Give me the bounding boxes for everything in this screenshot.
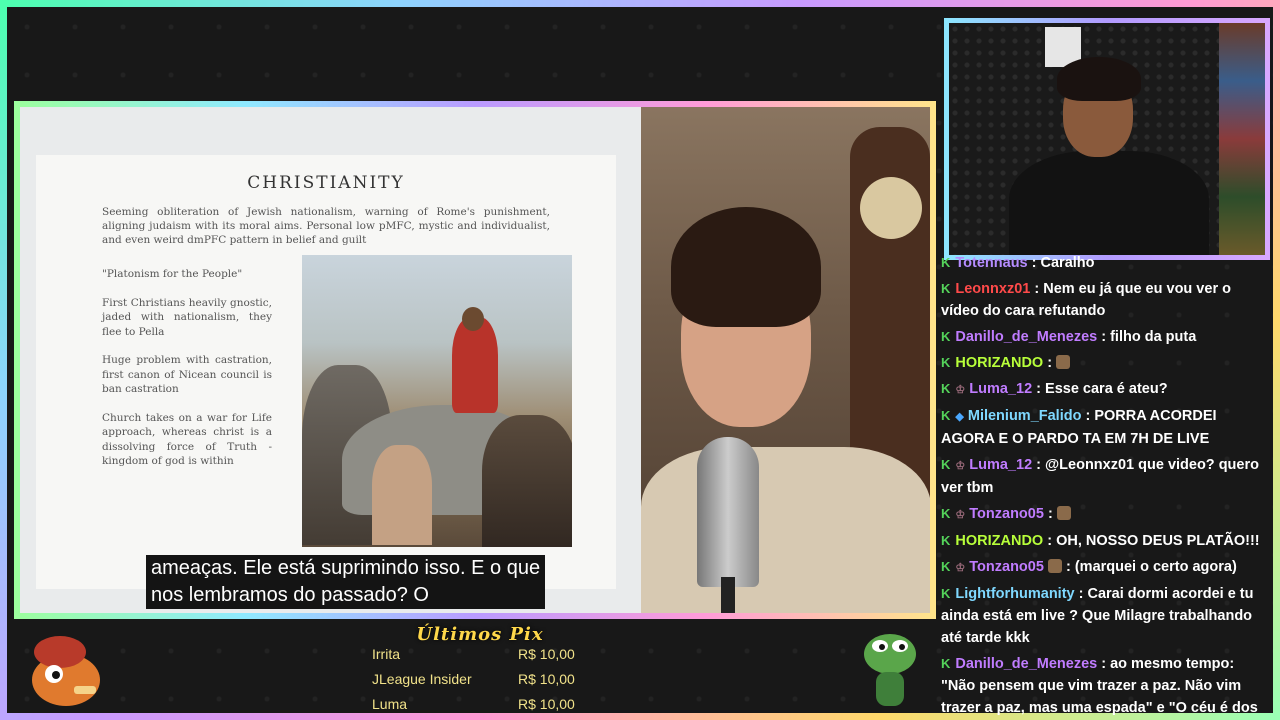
chat-message: K Leonnxz01 : Nem eu já que eu vou ver o … [941,278,1269,322]
donation-row: Irrita R$ 10,00 [372,646,578,668]
chat-username[interactable]: Lightforhumanity [955,586,1074,602]
chat-username[interactable]: Leonnxz01 [955,281,1030,297]
pepe-frog-icon [864,634,916,706]
sub-badge-icon: ♔ [955,384,966,396]
donor-name: JLeague Insider [372,671,472,687]
slide-point: First Christians heavily gnostic, jaded … [102,296,272,338]
presentation-slide: CHRISTIANITY Seeming obliteration of Jew… [36,155,616,589]
chat-username[interactable]: Luma_12 [969,381,1032,397]
slide-area: CHRISTIANITY Seeming obliteration of Jew… [20,107,641,613]
presenter-hair [671,207,821,327]
main-video[interactable]: CHRISTIANITY Seeming obliteration of Jew… [20,107,930,613]
chat-username[interactable]: HORIZANDO [955,355,1043,371]
kick-badge-icon: K [941,559,951,574]
diamond-badge-icon: ◆ [955,411,964,423]
subtitle-line: nos lembramos do passado? O [151,584,429,606]
microphone [697,437,759,587]
chat-username[interactable]: Danillo_de_Menezes [955,329,1097,345]
painting-figure [372,445,432,545]
webcam-feed [949,23,1265,255]
slide-point: "Platonism for the People" [102,268,243,280]
chat-message: K ♔ Luma_12 : Esse cara é ateu? [941,378,1269,401]
chat-message: K Danillo_de_Menezes : filho da puta [941,326,1269,348]
slide-points: "Platonism for the People" First Christi… [102,267,272,483]
painting-central-figure [452,317,498,413]
chat-text: : filho da puta [1101,329,1197,345]
streamer-body [1009,151,1209,255]
painting-central-figure-head [462,307,484,331]
kick-badge-icon: K [941,355,951,370]
chat-text: : Esse cara é ateu? [1036,381,1168,397]
subtitle-line: ameaças. Ele está suprimindo isso. E o q… [151,557,541,579]
chat-message: K Totennaus : Caralho [941,252,1269,274]
slide-summary: Seeming obliteration of Jewish nationali… [102,206,550,246]
chat-text: : Caralho [1031,255,1095,271]
chat-text: : OH, NOSSO DEUS PLATÃO!!! [1047,533,1260,549]
chat-message: K Lightforhumanity : Carai dormi acordei … [941,583,1269,649]
chat-username[interactable]: Tonzano05 [969,559,1044,575]
sub-badge-icon: ♔ [955,509,966,521]
donation-row: JLeague Insider R$ 10,00 [372,671,578,693]
streamer-webcam [944,18,1270,260]
chat-message: K ♔ Tonzano05 : [941,503,1269,526]
donation-amount: R$ 10,00 [518,696,575,712]
chat-message: K ◆ Milenium_Falido : PORRA ACORDEI AGORA … [941,405,1269,450]
chat-message: K HORIZANDO : OH, NOSSO DEUS PLATÃO!!! [941,530,1269,552]
donation-row: Luma R$ 10,00 [372,696,578,718]
kick-badge-icon: K [941,533,951,548]
sub-badge-icon: ♔ [955,460,966,472]
emote-icon [1056,355,1071,369]
kick-badge-icon: K [941,656,951,671]
donation-amount: R$ 10,00 [518,646,575,662]
chat-username[interactable]: HORIZANDO [955,533,1043,549]
painting-crowd [482,415,572,547]
clock-face [860,177,922,239]
chat-username[interactable]: Milenium_Falido [968,408,1082,424]
chat-text: : [1047,506,1053,522]
emote-icon [1047,559,1062,573]
presenter-shirt [641,447,930,613]
bookshelf [1219,23,1265,255]
main-video-frame: CHRISTIANITY Seeming obliteration of Jew… [14,101,936,619]
slide-title: CHRISTIANITY [247,173,405,193]
emote-icon [1056,506,1071,520]
chat-message: K ♔ Luma_12 : @Leonnxz01 que video? quero … [941,454,1269,499]
kick-badge-icon: K [941,381,951,396]
kick-badge-icon: K [941,506,951,521]
mascot-character-icon [32,636,100,706]
chat-message: K Danillo_de_Menezes : ao mesmo tempo: "N… [941,653,1269,718]
sermon-painting [302,255,572,547]
donor-name: Irrita [372,646,400,662]
donations-title: Últimos Pix [416,624,544,645]
donation-amount: R$ 10,00 [518,671,575,687]
kick-badge-icon: K [941,329,951,344]
kick-badge-icon: K [941,255,951,270]
streamer-hair [1057,57,1141,101]
kick-badge-icon: K [941,457,951,472]
microphone-arm [721,577,735,613]
chat-panel[interactable]: K Totennaus : Caralho K Leonnxz01 : Nem eu… [941,252,1269,718]
kick-badge-icon: K [941,586,951,601]
chat-message: K ♔ Tonzano05 : (marquei o certo agora) [941,556,1269,579]
slide-point: Church takes on a war for Life approach,… [102,411,272,468]
kick-badge-icon: K [941,408,951,423]
slide-point: Huge problem with castration, first cano… [102,354,272,395]
chat-username[interactable]: Tonzano05 [969,506,1044,522]
subtitle-caption: ameaças. Ele está suprimindo isso. E o q… [146,555,546,609]
chat-username[interactable]: Luma_12 [969,457,1032,473]
chat-username[interactable]: Totennaus [955,255,1027,271]
kick-badge-icon: K [941,281,951,296]
sub-badge-icon: ♔ [955,562,966,574]
donor-name: Luma [372,696,408,712]
chat-message: K HORIZANDO : [941,352,1269,374]
chat-username[interactable]: Danillo_de_Menezes [955,656,1097,672]
chat-text: : [1047,355,1053,371]
chat-text: : (marquei o certo agora) [1065,559,1237,575]
presenter-video [641,107,930,613]
